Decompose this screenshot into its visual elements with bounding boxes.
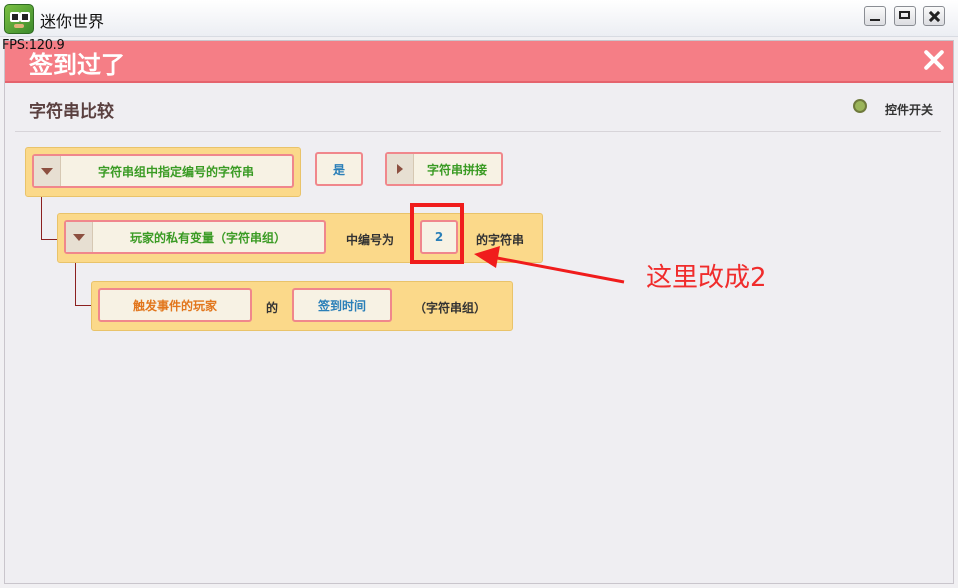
toggle-label: 控件开关 <box>885 103 934 117</box>
chip-label: 玩家的私有变量（字符串组） <box>129 230 286 245</box>
of-text: 的 <box>266 301 279 315</box>
chip-label: 字符串拼接 <box>426 162 487 177</box>
block-event-player: 触发事件的玩家 的 签到时间 （字符串组） <box>91 281 513 331</box>
maximize-icon[interactable] <box>894 6 916 26</box>
caret-down-icon[interactable] <box>34 156 61 186</box>
toggle-dot-icon[interactable] <box>853 99 867 113</box>
app-logo-icon <box>4 4 34 34</box>
annotation-text: 这里改成2 <box>646 263 767 293</box>
chip-label: 是 <box>332 162 345 177</box>
window-title: 迷你世界 <box>40 12 105 31</box>
fps-counter: FPS:120.9 <box>2 38 65 53</box>
concat-chip[interactable]: 字符串拼接 <box>385 152 503 186</box>
dialog-panel: 签到过了 字符串比较 控件开关 字符串组中指定编号的字符串 是 字符串拼接 玩家… <box>4 40 954 584</box>
tree-connector <box>41 197 58 240</box>
annotation-arrow-icon <box>474 246 625 284</box>
event-player-chip[interactable]: 触发事件的玩家 <box>98 288 252 322</box>
chip-label: 签到时间 <box>317 298 366 313</box>
section-title: 字符串比较 <box>29 102 114 122</box>
dialog-header: 签到过了 <box>5 41 953 83</box>
window-close-icon[interactable] <box>923 6 945 26</box>
type-text: （字符串组） <box>414 301 487 315</box>
chip-label: 触发事件的玩家 <box>132 298 217 313</box>
variable-name-chip[interactable]: 签到时间 <box>292 288 392 322</box>
close-icon[interactable] <box>921 47 947 73</box>
equals-chip[interactable]: 是 <box>315 152 363 186</box>
caret-down-icon[interactable] <box>66 222 93 252</box>
window-titlebar: 迷你世界 <box>0 0 958 37</box>
index-prefix-text: 中编号为 <box>346 233 395 247</box>
string-array-item-chip[interactable]: 字符串组中指定编号的字符串 <box>32 154 294 188</box>
caret-right-icon[interactable] <box>387 154 414 184</box>
minimize-icon[interactable] <box>864 6 886 26</box>
player-variable-chip[interactable]: 玩家的私有变量（字符串组） <box>64 220 326 254</box>
block-string-array-item: 字符串组中指定编号的字符串 <box>25 147 301 197</box>
divider <box>15 131 941 132</box>
tree-connector <box>75 263 92 306</box>
annotation-highlight-box <box>410 203 464 264</box>
chip-label: 字符串组中指定编号的字符串 <box>97 164 254 179</box>
